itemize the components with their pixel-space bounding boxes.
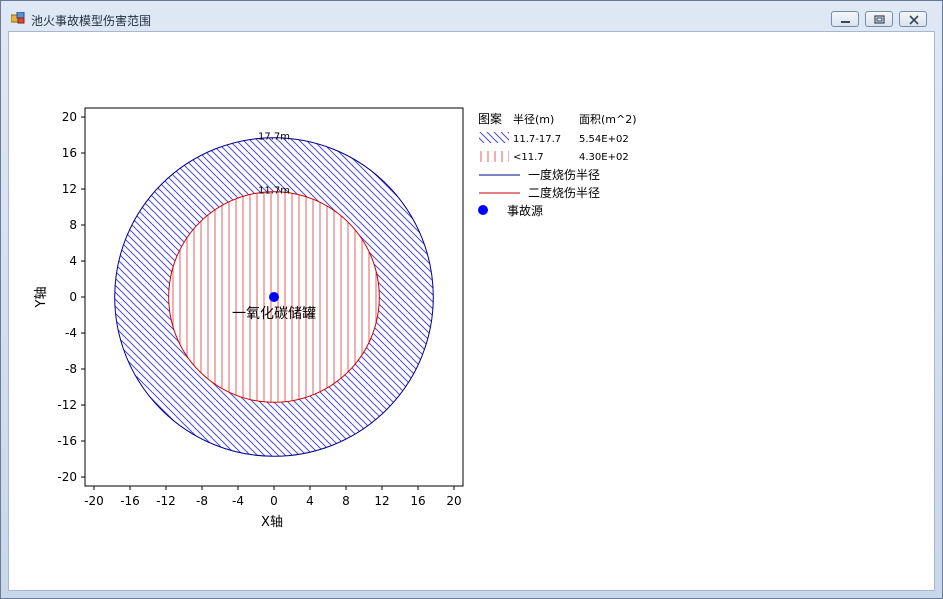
x-tick-label: -4 [232, 494, 244, 508]
source-marker [269, 292, 279, 302]
y-tick-label: -16 [57, 434, 77, 448]
x-tick-label: 16 [410, 494, 425, 508]
y-tick-label: -20 [57, 470, 77, 484]
chart-canvas: 17.7m 11.7m 一氧化碳储罐 -20 -16 -12 -8 -4 0 4 8 12 16 20 2… [34, 107, 637, 530]
radius-label-2: 11.7m [258, 186, 290, 197]
x-tick-label: -20 [84, 494, 104, 508]
minimize-icon [841, 21, 850, 23]
restore-button[interactable] [865, 11, 893, 27]
y-tick-label: -4 [65, 326, 77, 340]
y-tick-label: 20 [62, 110, 77, 124]
y-tick-label: -8 [65, 362, 77, 376]
legend-header-area: 面积(m^2) [579, 113, 637, 126]
x-tick-label: 8 [342, 494, 350, 508]
x-tick-label: -12 [156, 494, 176, 508]
x-tick-label: 12 [374, 494, 389, 508]
legend-row2-range: <11.7 [513, 152, 544, 163]
x-tick-label: -16 [120, 494, 140, 508]
plot-area: 17.7m 11.7m 一氧化碳储罐 [114, 132, 434, 457]
y-axis-title: Y轴 [34, 287, 49, 309]
window-title: 池火事故模型伤害范围 [31, 14, 152, 28]
x-tick-label: -8 [196, 494, 208, 508]
legend-line1-label: 一度烧伤半径 [528, 167, 600, 182]
legend-header-radius: 半径(m) [513, 112, 554, 126]
y-tick-label: 12 [62, 182, 77, 196]
radius-label-1: 17.7m [258, 132, 290, 143]
y-tick-label: 4 [69, 254, 77, 268]
minimize-button[interactable] [831, 11, 859, 27]
y-tick-label: 0 [69, 290, 77, 304]
legend-row2-area: 4.30E+02 [579, 152, 629, 163]
app-window: 池火事故模型伤害范围 17.7m 11.7m 一氧化碳储罐 -20 -16 -1… [0, 0, 943, 599]
legend-header-pattern: 图案 [478, 111, 502, 126]
client-area: 17.7m 11.7m 一氧化碳储罐 -20 -16 -12 -8 -4 0 4 8 12 16 20 2… [8, 31, 935, 591]
close-button[interactable] [899, 11, 927, 27]
legend-source-label: 事故源 [507, 203, 543, 218]
restore-icon [874, 15, 885, 24]
x-tick-label: 4 [306, 494, 314, 508]
legend-line2-label: 二度烧伤半径 [528, 185, 600, 200]
legend-row1-range: 11.7-17.7 [513, 134, 561, 145]
legend-source-marker [478, 205, 488, 215]
app-icon [11, 12, 25, 24]
close-icon [909, 15, 919, 25]
y-tick-label: 16 [62, 146, 77, 160]
legend-swatch-blue-hatch [479, 132, 509, 143]
source-label: 一氧化碳储罐 [232, 306, 316, 322]
legend-row1-area: 5.54E+02 [579, 134, 629, 145]
y-tick-label: -12 [57, 398, 77, 412]
legend-swatch-red-hatch [479, 151, 509, 162]
x-tick-label: 20 [446, 494, 461, 508]
x-axis-title: X轴 [261, 515, 283, 530]
y-tick-label: 8 [69, 218, 77, 232]
x-tick-label: 0 [270, 494, 278, 508]
legend: 图案 半径(m) 面积(m^2) 11.7-17.7 5.54E+02 <11.… [478, 111, 637, 218]
title-bar[interactable]: 池火事故模型伤害范围 [1, 1, 942, 31]
